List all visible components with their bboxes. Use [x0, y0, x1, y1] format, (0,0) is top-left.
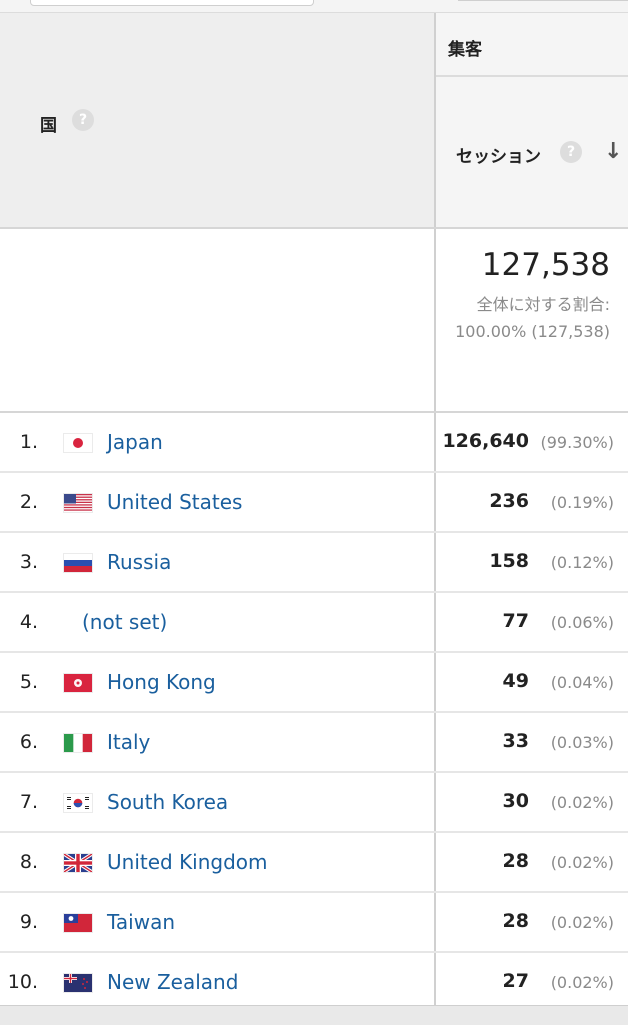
country-link[interactable]: United States: [107, 490, 242, 514]
flag-it-icon: [64, 734, 92, 752]
flag-tw-icon: [64, 914, 92, 932]
table-row: 1. Japan 126,640 (99.30%): [0, 413, 628, 473]
country-link[interactable]: (not set): [82, 610, 167, 634]
sessions-column-label[interactable]: セッション: [456, 142, 541, 167]
country-link[interactable]: Taiwan: [107, 910, 175, 934]
country-cell: 7. South Korea: [0, 773, 436, 831]
sessions-value: 28: [502, 850, 529, 872]
flag-gb-icon: [64, 854, 92, 872]
sort-descending-icon[interactable]: ↓: [604, 139, 622, 164]
sessions-percentage: (0.02%): [550, 853, 614, 872]
flag-hk-icon: [64, 674, 92, 692]
sessions-value: 236: [489, 490, 529, 512]
sessions-value: 126,640: [442, 430, 529, 452]
sessions-value: 77: [502, 610, 529, 632]
table-body: 1. Japan 126,640 (99.30%) 2. United States 236…: [0, 413, 628, 1013]
table-row: 8. United Kingdom 28 (0.02%): [0, 833, 628, 893]
row-rank: 9.: [19, 911, 38, 933]
sessions-percentage: (0.04%): [550, 673, 614, 692]
row-rank: 8.: [19, 851, 38, 873]
total-share-label: 全体に対する割合:: [476, 295, 610, 314]
search-box[interactable]: [30, 0, 314, 6]
sessions-percentage: (0.02%): [550, 913, 614, 932]
sessions-value: 28: [502, 910, 529, 932]
country-cell: 5. Hong Kong: [0, 653, 436, 711]
row-rank: 7.: [19, 791, 38, 813]
table-header: 国 ? 集客 セッション ? ↓: [0, 13, 628, 229]
country-cell: 10. New Zealand: [0, 953, 436, 1011]
row-rank: 5.: [19, 671, 38, 693]
row-rank: 3.: [19, 551, 38, 573]
row-rank: 4.: [19, 611, 38, 633]
flag-kr-icon: [64, 794, 92, 812]
country-link[interactable]: Italy: [107, 730, 150, 754]
country-cell: 6. Italy: [0, 713, 436, 771]
flag-nz-icon: [64, 974, 92, 992]
table-row: 6. Italy 33 (0.03%): [0, 713, 628, 773]
sessions-value: 158: [489, 550, 529, 572]
country-cell: 2. United States: [0, 473, 436, 531]
country-link[interactable]: Hong Kong: [107, 670, 216, 694]
bottom-scroll-area: [0, 1005, 628, 1025]
sessions-percentage: (99.30%): [540, 433, 615, 452]
toolbar-control[interactable]: [458, 0, 628, 1]
sessions-value: 33: [502, 730, 529, 752]
sessions-percentage: (0.06%): [550, 613, 614, 632]
country-column-label: 国: [40, 116, 57, 136]
country-link[interactable]: United Kingdom: [107, 850, 268, 874]
sessions-percentage: (0.12%): [550, 553, 614, 572]
country-link[interactable]: South Korea: [107, 790, 228, 814]
table-row: 2. United States 236 (0.19%): [0, 473, 628, 533]
country-cell: 8. United Kingdom: [0, 833, 436, 891]
sessions-percentage: (0.02%): [550, 973, 614, 992]
row-rank: 2.: [19, 491, 38, 513]
sessions-value: 49: [502, 670, 529, 692]
help-icon[interactable]: ?: [560, 141, 582, 163]
totals-row: 127,538 全体に対する割合: 100.00% (127,538): [0, 229, 628, 413]
table-row: 7. South Korea 30 (0.02%): [0, 773, 628, 833]
acquisition-group-header: 集客: [436, 13, 628, 77]
sessions-value: 30: [502, 790, 529, 812]
table-row: 9. Taiwan 28 (0.02%): [0, 893, 628, 953]
sessions-value: 27: [502, 970, 529, 992]
country-sessions-table: 国 ? 集客 セッション ? ↓ 127,538 全体に対する割合: 100.0…: [0, 13, 628, 1013]
flag-us-icon: [64, 494, 92, 512]
dimension-header[interactable]: 国 ?: [0, 13, 436, 227]
help-icon[interactable]: ?: [72, 109, 94, 131]
sessions-percentage: (0.02%): [550, 793, 614, 812]
sessions-percentage: (0.19%): [550, 493, 614, 512]
table-row: 4. (not set) 77 (0.06%): [0, 593, 628, 653]
flag-jp-icon: [64, 434, 92, 452]
country-cell: 1. Japan: [0, 413, 436, 471]
country-cell: 4. (not set): [0, 593, 436, 651]
total-sessions-value: 127,538: [481, 247, 610, 283]
country-link[interactable]: New Zealand: [107, 970, 238, 994]
country-link[interactable]: Russia: [107, 550, 171, 574]
total-share-value: 100.00% (127,538): [455, 322, 610, 341]
row-rank: 6.: [19, 731, 38, 753]
totals-metric-cell: 127,538 全体に対する割合: 100.00% (127,538): [436, 229, 628, 411]
totals-dimension-cell: [0, 229, 436, 411]
country-link[interactable]: Japan: [107, 430, 163, 454]
table-row: 10. New Zealand 27 (0.02%): [0, 953, 628, 1013]
table-row: 5. Hong Kong 49 (0.04%): [0, 653, 628, 713]
country-cell: 3. Russia: [0, 533, 436, 591]
country-cell: 9. Taiwan: [0, 893, 436, 951]
acquisition-group-label: 集客: [448, 40, 482, 60]
top-toolbar-strip: [0, 0, 628, 13]
table-row: 3. Russia 158 (0.12%): [0, 533, 628, 593]
sessions-percentage: (0.03%): [550, 733, 614, 752]
flag-ru-icon: [64, 554, 92, 572]
row-rank: 1.: [19, 431, 38, 453]
row-rank: 10.: [7, 971, 38, 993]
metric-header: 集客 セッション ? ↓: [436, 13, 628, 227]
